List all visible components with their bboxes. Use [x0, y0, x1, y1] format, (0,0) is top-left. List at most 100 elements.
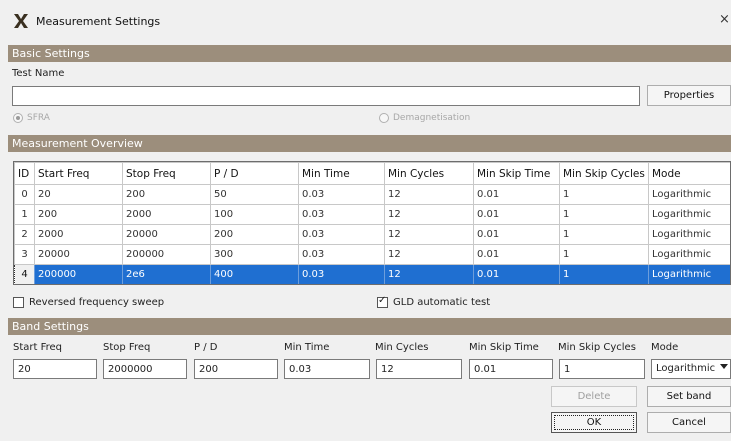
column-header-min-skip-time[interactable]: Min Skip Time [473, 162, 560, 185]
cell-stop-freq: 2000 [122, 204, 211, 225]
stop-freq-label: Stop Freq [103, 342, 151, 353]
measurement-overview-header: Measurement Overview [8, 135, 731, 152]
test-name-input[interactable] [12, 86, 640, 106]
column-header-start-freq[interactable]: Start Freq [34, 162, 123, 185]
cell-stop-freq: 20000 [122, 224, 211, 245]
delete-button[interactable]: Delete [551, 386, 637, 407]
cell-min-time: 0.03 [298, 184, 385, 205]
table-header-row: ID Start Freq Stop Freq P / D Min Time M… [14, 162, 730, 185]
cell-start-freq: 20 [34, 184, 123, 205]
gld-automatic-test-label: GLD automatic test [393, 297, 491, 308]
cell-start-freq: 200 [34, 204, 123, 225]
column-header-pd[interactable]: P / D [210, 162, 299, 185]
mode-label: Mode [651, 342, 679, 353]
column-header-id[interactable]: ID [14, 162, 35, 185]
gld-automatic-test-checkbox[interactable]: GLD automatic test [377, 295, 491, 308]
cell-min-skip-time: 0.01 [473, 224, 560, 245]
column-header-mode[interactable]: Mode [648, 162, 730, 185]
cell-min-skip-cycles: 1 [559, 224, 649, 245]
cell-min-cycles: 12 [384, 244, 474, 265]
table-row[interactable]: 3 20000 200000 300 0.03 12 0.01 1 Logari… [14, 244, 730, 265]
start-freq-label: Start Freq [13, 342, 63, 353]
cell-min-skip-time: 0.01 [473, 204, 560, 225]
measurement-grid[interactable]: ID Start Freq Stop Freq P / D Min Time M… [13, 161, 731, 285]
column-header-stop-freq[interactable]: Stop Freq [122, 162, 211, 185]
cell-min-skip-time: 0.01 [473, 264, 560, 284]
mode-select-value: Logarithmic [656, 363, 716, 374]
mode-select[interactable]: Logarithmic [651, 359, 731, 379]
min-cycles-input[interactable] [376, 359, 462, 379]
min-skip-time-input[interactable] [469, 359, 553, 379]
cell-pd: 300 [210, 244, 299, 265]
table-row[interactable]: 2 2000 20000 200 0.03 12 0.01 1 Logarith… [14, 224, 730, 245]
cell-id: 3 [14, 244, 35, 265]
ok-button[interactable]: OK [551, 412, 637, 433]
cell-stop-freq: 200000 [122, 244, 211, 265]
cell-min-skip-cycles: 1 [559, 204, 649, 225]
cell-start-freq: 20000 [34, 244, 123, 265]
cell-min-time: 0.03 [298, 264, 385, 284]
window-title: Measurement Settings [36, 15, 161, 28]
cell-pd: 200 [210, 224, 299, 245]
cell-min-time: 0.03 [298, 224, 385, 245]
cell-mode: Logarithmic [648, 224, 730, 245]
cell-min-cycles: 12 [384, 224, 474, 245]
cell-start-freq: 200000 [34, 264, 123, 284]
reversed-sweep-label: Reversed frequency sweep [29, 297, 165, 308]
cell-mode: Logarithmic [648, 244, 730, 265]
reversed-sweep-box [13, 297, 24, 308]
cell-min-skip-cycles: 1 [559, 244, 649, 265]
radio-sfra[interactable]: SFRA [13, 113, 50, 123]
cell-min-skip-time: 0.01 [473, 244, 560, 265]
title-bar: Measurement Settings × [0, 0, 731, 40]
min-skip-cycles-label: Min Skip Cycles [558, 342, 636, 353]
stop-freq-input[interactable] [103, 359, 187, 379]
properties-button[interactable]: Properties [647, 85, 731, 106]
test-name-label: Test Name [12, 68, 65, 79]
cell-id: 1 [14, 204, 35, 225]
start-freq-input[interactable] [13, 359, 97, 379]
cell-min-skip-cycles: 1 [559, 184, 649, 205]
min-skip-time-label: Min Skip Time [469, 342, 539, 353]
measurement-table: ID Start Freq Stop Freq P / D Min Time M… [14, 162, 730, 284]
cell-min-skip-cycles: 1 [559, 264, 649, 284]
min-time-label: Min Time [284, 342, 330, 353]
radio-demagnetisation-label: Demagnetisation [393, 113, 471, 123]
column-header-min-skip-cycles[interactable]: Min Skip Cycles [559, 162, 649, 185]
pd-input[interactable] [194, 359, 278, 379]
min-skip-cycles-input[interactable] [559, 359, 645, 379]
radio-demagnetisation-indicator [379, 113, 389, 123]
radio-sfra-label: SFRA [27, 113, 50, 123]
min-time-input[interactable] [284, 359, 370, 379]
column-header-min-cycles[interactable]: Min Cycles [384, 162, 474, 185]
cell-min-time: 0.03 [298, 204, 385, 225]
cell-mode: Logarithmic [648, 264, 730, 284]
column-header-min-time[interactable]: Min Time [298, 162, 385, 185]
radio-demagnetisation[interactable]: Demagnetisation [379, 113, 470, 123]
cell-pd: 400 [210, 264, 299, 284]
cell-min-time: 0.03 [298, 244, 385, 265]
cell-stop-freq: 200 [122, 184, 211, 205]
table-row[interactable]: 1 200 2000 100 0.03 12 0.01 1 Logarithmi… [14, 204, 730, 225]
basic-settings-header: Basic Settings [8, 45, 731, 62]
cell-stop-freq: 2e6 [122, 264, 211, 284]
cell-pd: 50 [210, 184, 299, 205]
table-row-selected[interactable]: 4 200000 2e6 400 0.03 12 0.01 1 Logarith… [14, 264, 730, 284]
table-row[interactable]: 0 20 200 50 0.03 12 0.01 1 Logarithmic [14, 184, 730, 205]
cell-mode: Logarithmic [648, 184, 730, 205]
cell-id: 0 [14, 184, 35, 205]
cell-min-cycles: 12 [384, 264, 474, 284]
cancel-button[interactable]: Cancel [647, 412, 731, 433]
pd-label: P / D [194, 342, 218, 353]
set-band-button[interactable]: Set band [647, 386, 731, 407]
cell-mode: Logarithmic [648, 204, 730, 225]
radio-sfra-indicator [13, 113, 23, 123]
chevron-down-icon [720, 364, 728, 369]
cell-pd: 100 [210, 204, 299, 225]
band-settings-header: Band Settings [8, 318, 731, 335]
app-logo-icon [14, 14, 28, 28]
close-button[interactable]: × [719, 12, 730, 27]
cell-min-cycles: 12 [384, 204, 474, 225]
reversed-sweep-checkbox[interactable]: Reversed frequency sweep [13, 297, 164, 308]
cell-min-skip-time: 0.01 [473, 184, 560, 205]
